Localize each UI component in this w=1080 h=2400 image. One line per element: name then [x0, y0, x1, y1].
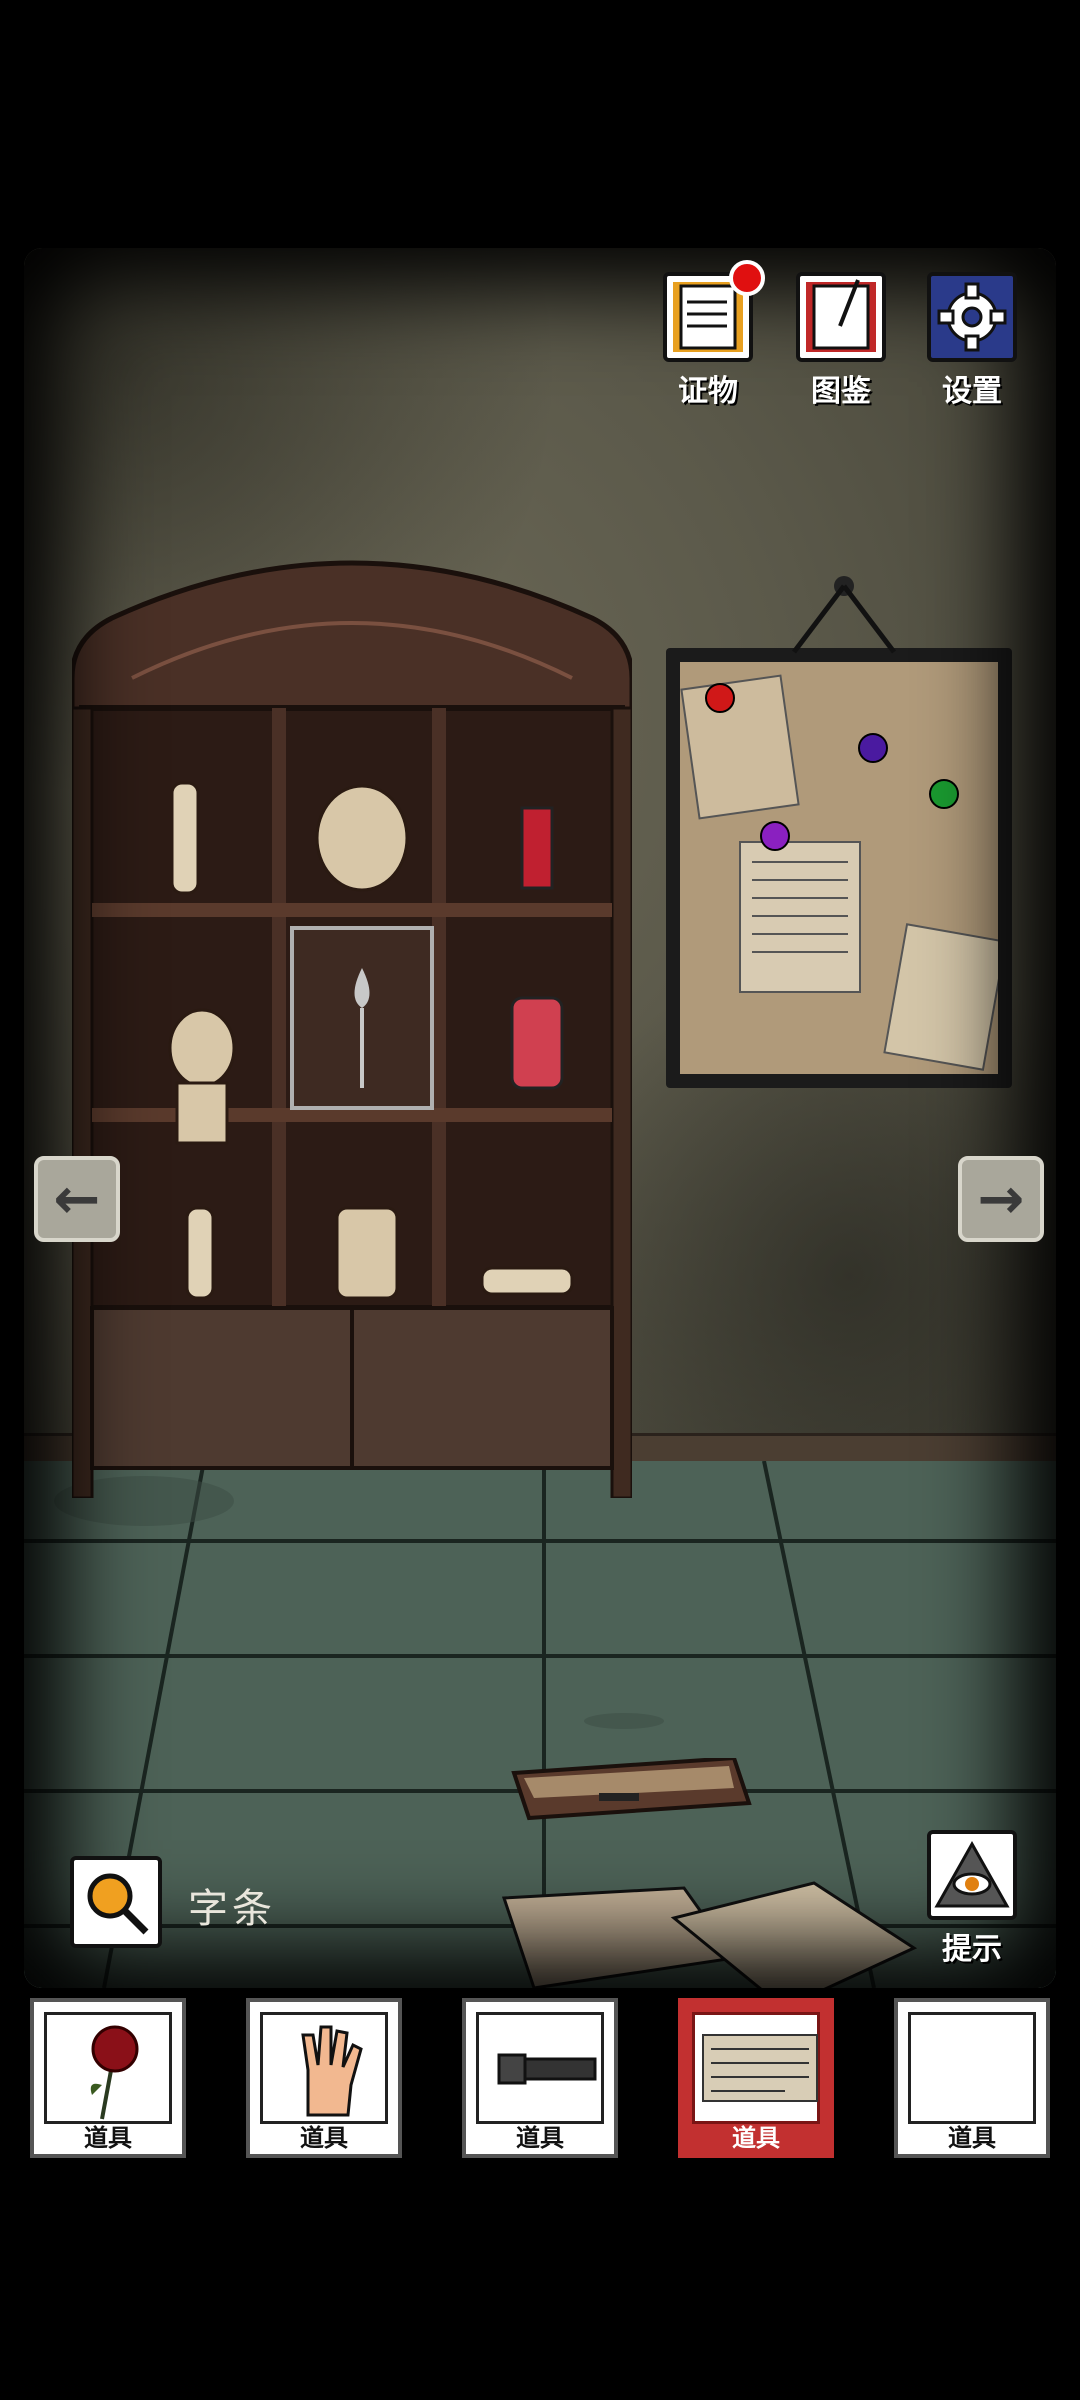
cork-surface: [680, 662, 1007, 1074]
notepad-icon: [663, 260, 765, 362]
inventory-slot-2[interactable]: 道具: [246, 1998, 402, 2158]
inventory-slot-label: 道具: [732, 2124, 780, 2152]
floor-objects[interactable]: [484, 1758, 954, 1988]
doll-hand-icon: [260, 2012, 388, 2124]
gear-icon: [927, 272, 1017, 362]
hint-button[interactable]: 提示: [917, 1830, 1027, 1968]
empty-slot: [908, 2012, 1036, 2124]
evidence-button[interactable]: 证物: [653, 260, 765, 410]
inventory-slot-label: 道具: [84, 2124, 132, 2152]
inventory-slot-4[interactable]: 道具: [678, 1998, 834, 2158]
inventory-slot-label: 道具: [300, 2124, 348, 2152]
arrow-right-icon: →: [977, 1166, 1025, 1232]
notification-dot: [729, 260, 765, 296]
inventory-slot-3[interactable]: 道具: [462, 1998, 618, 2158]
nav-left-button[interactable]: ←: [34, 1156, 120, 1242]
curio-cabinet[interactable]: [69, 528, 635, 1500]
codex-label: 图鉴: [811, 374, 871, 409]
selected-item-name: 字条: [188, 1886, 276, 1932]
evidence-label: 证物: [678, 374, 738, 409]
cork-board[interactable]: [666, 648, 1012, 1088]
board-hanger: [792, 576, 896, 654]
arrow-left-icon: ←: [53, 1166, 101, 1232]
inventory-slot-5[interactable]: 道具: [894, 1998, 1050, 2158]
settings-label: 设置: [942, 374, 1002, 409]
note-icon: [692, 2012, 820, 2124]
nav-right-button[interactable]: →: [958, 1156, 1044, 1242]
eye-pyramid-icon: [927, 1830, 1017, 1920]
inventory-slot-label: 道具: [948, 2124, 996, 2152]
book-icon: [796, 272, 886, 362]
flashlight-icon: [476, 2012, 604, 2124]
game-scene: [24, 248, 1056, 1988]
inventory-slot-label: 道具: [516, 2124, 564, 2152]
hint-label: 提示: [942, 1932, 1002, 1967]
settings-button[interactable]: 设置: [917, 272, 1027, 410]
inspect-button[interactable]: [70, 1856, 162, 1948]
magnifier-icon: [87, 1873, 149, 1935]
rose-icon: [44, 2012, 172, 2124]
inventory-slot-1[interactable]: 道具: [30, 1998, 186, 2158]
codex-button[interactable]: 图鉴: [786, 272, 896, 410]
